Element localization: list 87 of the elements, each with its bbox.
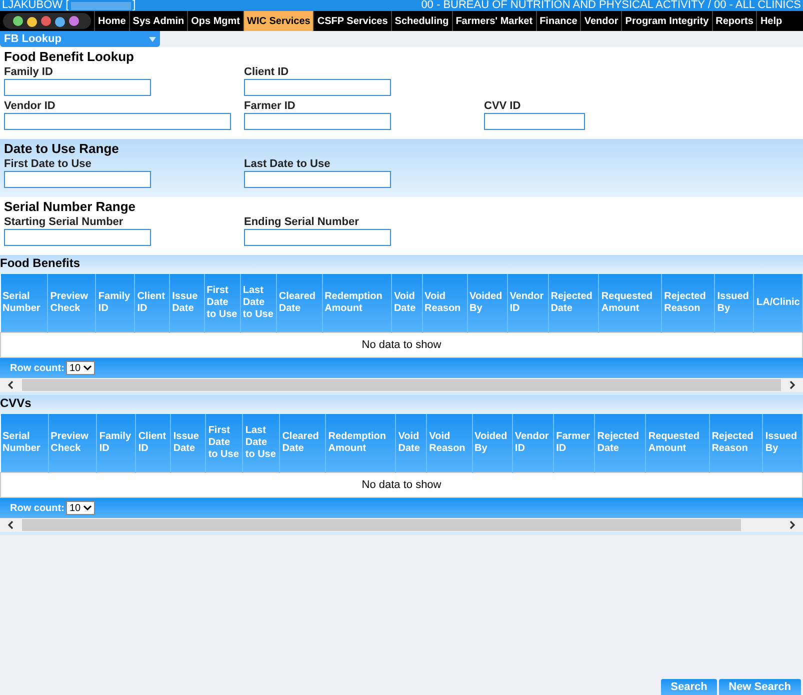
column-header[interactable]: Issued By: [762, 414, 802, 472]
column-header[interactable]: Client ID: [134, 274, 170, 332]
column-header[interactable]: Rejected Reason: [662, 274, 715, 332]
input-field[interactable]: [244, 171, 391, 188]
scroll-thumb[interactable]: [22, 379, 781, 391]
column-header[interactable]: Serial Number: [0, 414, 48, 472]
column-header[interactable]: Vendor ID: [507, 274, 548, 332]
input-field[interactable]: [244, 79, 391, 96]
column-header[interactable]: Void Reason: [426, 414, 472, 472]
column-header[interactable]: Void Date: [396, 414, 427, 472]
column-header[interactable]: LA/Clinic: [754, 274, 802, 332]
column-header[interactable]: Redemption Amount: [326, 414, 396, 472]
section-title: CVVs: [0, 395, 803, 414]
horizontal-scrollbar[interactable]: [0, 378, 803, 395]
row-count-select[interactable]: 10: [66, 501, 95, 515]
bracket: ]: [132, 0, 136, 11]
scroll-right-icon[interactable]: [787, 520, 797, 530]
nav-tab[interactable]: Program Integrity: [621, 11, 712, 31]
scroll-left-icon[interactable]: [6, 380, 16, 390]
column-header[interactable]: Cleared Date: [280, 414, 326, 472]
column-header[interactable]: Voided By: [467, 274, 508, 332]
column-header[interactable]: Void Date: [391, 274, 422, 332]
column-header[interactable]: Family ID: [96, 274, 135, 332]
field-label: Farmer ID: [244, 100, 296, 112]
column-header[interactable]: First Date to Use: [206, 414, 243, 472]
column-header[interactable]: Last Date to Use: [240, 274, 276, 332]
column-header[interactable]: Requested Amount: [598, 274, 662, 332]
scroll-thumb[interactable]: [22, 519, 741, 531]
column-header[interactable]: Family ID: [96, 414, 136, 472]
caret-icon: [149, 36, 156, 42]
field-label: Vendor ID: [4, 100, 56, 112]
page-dropdown[interactable]: FB Lookup: [0, 31, 160, 47]
section-title: Food Benefit Lookup: [4, 49, 135, 64]
column-header[interactable]: Farmer ID: [554, 414, 595, 472]
row-count-label: Row count:: [10, 502, 64, 514]
input-field[interactable]: [244, 229, 391, 246]
column-header[interactable]: Vendor ID: [512, 414, 554, 472]
field-label: Last Date to Use: [244, 158, 332, 170]
input-field[interactable]: [484, 113, 585, 130]
field-label: First Date to Use: [4, 158, 92, 170]
input-field[interactable]: [4, 113, 231, 130]
nav-tab[interactable]: WIC Services: [243, 11, 314, 31]
empty-message: No data to show: [0, 332, 802, 358]
scroll-right-icon[interactable]: [787, 380, 797, 390]
field-label: Client ID: [244, 66, 290, 78]
nav-tab[interactable]: Ops Mgmt: [187, 11, 243, 31]
column-header[interactable]: Cleared Date: [276, 274, 322, 332]
column-header[interactable]: Requested Amount: [646, 414, 710, 472]
empty-message: No data to show: [0, 472, 802, 498]
agency-title: 00 - BUREAU OF NUTRITION AND PHYSICAL ACTIVITY / 00 - ALL CLINICS: [421, 0, 801, 11]
field-label: CVV ID: [484, 100, 522, 112]
nav-tab[interactable]: Vendor: [580, 11, 622, 31]
column-header[interactable]: Issued By: [714, 274, 754, 332]
column-header[interactable]: Client ID: [136, 414, 171, 472]
column-header[interactable]: Issue Date: [170, 414, 206, 472]
section-title: Food Benefits: [0, 255, 803, 274]
column-header[interactable]: Rejected Date: [594, 414, 646, 472]
row-count-select[interactable]: 10: [66, 361, 95, 375]
column-header[interactable]: Preview Check: [48, 274, 96, 332]
row-count-label: Row count:: [10, 362, 64, 374]
chevron-down-icon: [82, 365, 92, 371]
scroll-left-icon[interactable]: [6, 520, 16, 530]
field-label: Ending Serial Number: [244, 216, 360, 228]
horizontal-scrollbar[interactable]: [0, 518, 803, 535]
column-header[interactable]: Preview Check: [48, 414, 97, 472]
section-title: Serial Number Range: [4, 199, 136, 214]
column-header[interactable]: Voided By: [472, 414, 512, 472]
input-field[interactable]: [4, 171, 151, 188]
blurred-text: [70, 2, 131, 10]
column-header[interactable]: Void Reason: [422, 274, 468, 332]
input-field[interactable]: [4, 79, 151, 96]
column-header[interactable]: Rejected Date: [548, 274, 599, 332]
input-field[interactable]: [244, 113, 391, 130]
input-field[interactable]: [4, 229, 151, 246]
column-header[interactable]: Rejected Reason: [709, 414, 763, 472]
action-button[interactable]: Search: [660, 679, 717, 695]
column-header[interactable]: Serial Number: [0, 274, 48, 332]
column-header[interactable]: Last Date to Use: [242, 414, 280, 472]
column-header[interactable]: First Date to Use: [204, 274, 240, 332]
column-header[interactable]: Issue Date: [170, 274, 204, 332]
column-header[interactable]: Redemption Amount: [322, 274, 392, 332]
action-button[interactable]: New Search: [718, 679, 801, 695]
chevron-down-icon: [82, 505, 92, 511]
field-label: Family ID: [4, 66, 54, 78]
field-label: Starting Serial Number: [4, 216, 124, 228]
user-name: LJAKUBOW [: [2, 0, 69, 11]
section-title: Date to Use Range: [4, 141, 120, 156]
